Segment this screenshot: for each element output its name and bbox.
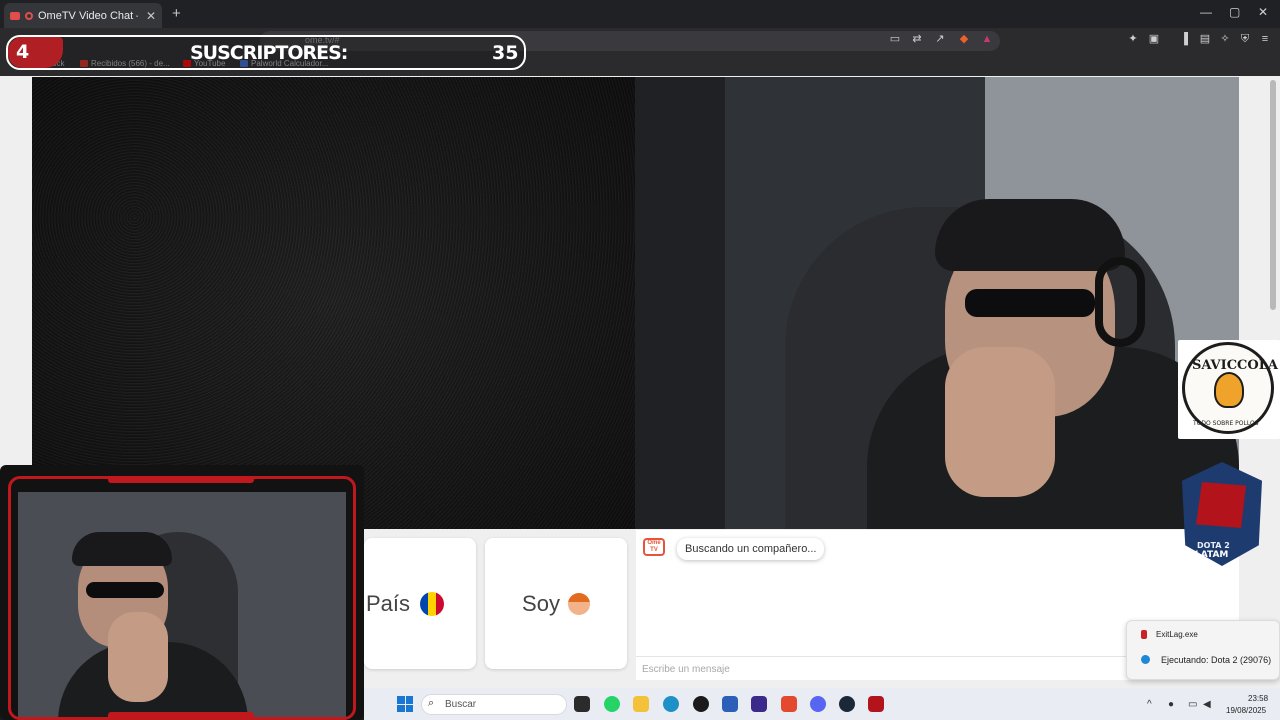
dota-label: DOTA 2 (1197, 541, 1230, 550)
notification-popup[interactable] (1126, 620, 1280, 680)
recording-icon (25, 11, 33, 20)
own-video-feed (635, 77, 1239, 529)
webcam-bottom-accent (108, 712, 254, 720)
sunglasses (965, 289, 1095, 317)
exitlag-icon (1141, 630, 1147, 639)
edge-icon[interactable] (663, 696, 679, 712)
saviccola-title: SAVICCOLA (1192, 358, 1278, 373)
search-icon: ⌕ (428, 697, 435, 709)
menu-icon[interactable]: ≡ (1259, 33, 1271, 45)
close-window-icon[interactable]: ✕ (1258, 5, 1268, 19)
extensions-icon[interactable]: ✦ (1127, 33, 1139, 45)
network-icon[interactable]: ▭ (1188, 699, 1197, 710)
saviccola-subtitle: TODO SOBRE POLLOS (1193, 420, 1259, 427)
brave-icon[interactable] (781, 696, 797, 712)
sidebar-icon[interactable]: ▐ (1178, 33, 1190, 45)
dota-region: LATAM (1195, 550, 1229, 560)
headphones (1095, 257, 1145, 347)
dota-emblem-icon (1196, 482, 1246, 528)
browser-titlebar (0, 0, 1280, 28)
webcam-top-accent (108, 476, 254, 483)
dota2-icon[interactable] (868, 696, 884, 712)
new-tab-button[interactable]: + (172, 5, 181, 22)
windows-start-icon[interactable] (397, 696, 413, 712)
share-icon[interactable]: ↗ (934, 33, 946, 45)
microphone-icon[interactable]: ● (1168, 699, 1174, 710)
translate-icon[interactable]: ⇄ (911, 33, 923, 45)
minimize-icon[interactable]: — (1200, 5, 1212, 19)
vpn-icon[interactable]: ⛨ (1239, 33, 1251, 45)
clock-time[interactable]: 23:58 (1248, 694, 1268, 703)
whatsapp-icon[interactable] (604, 696, 620, 712)
partner-video-static (32, 77, 635, 529)
task-view-icon[interactable] (574, 696, 590, 712)
person-hand (945, 347, 1055, 497)
maximize-icon[interactable]: ▢ (1229, 5, 1240, 19)
subscribers-count: 35 (492, 42, 519, 64)
shelf (635, 77, 725, 529)
browser-tab[interactable]: OmeTV Video Chat — Omeg ✕ (4, 3, 162, 28)
clock-date[interactable]: 19/08/2025 (1226, 706, 1266, 715)
tray-overflow-icon[interactable]: ^ (1147, 699, 1152, 710)
discord-icon[interactable] (810, 696, 826, 712)
brave-rewards-icon[interactable]: ▲ (981, 33, 993, 45)
notification-app-name: ExitLag.exe (1156, 630, 1198, 639)
reader-icon[interactable]: ▤ (1199, 33, 1211, 45)
subscribers-label: SUSCRIPTORES: (190, 42, 348, 64)
volume-icon[interactable]: ◀ (1203, 699, 1211, 710)
word-icon[interactable] (722, 696, 738, 712)
boy-avatar-icon (567, 592, 590, 615)
status-dot-icon (1141, 655, 1150, 664)
status-message: Buscando un compañero... (677, 538, 825, 560)
page-scrollbar[interactable] (1270, 80, 1276, 310)
chicken-icon (1214, 372, 1244, 408)
file-explorer-icon[interactable] (633, 696, 649, 712)
gender-filter-button[interactable]: Soy (485, 538, 627, 669)
message-input[interactable] (642, 661, 1112, 677)
country-label: País (366, 590, 411, 616)
github-icon[interactable] (693, 696, 709, 712)
youtube-favicon-icon (10, 11, 20, 20)
webcam-red-border (8, 476, 356, 720)
wallet-icon[interactable]: ▣ (1148, 33, 1160, 45)
badge-number: 4 (16, 41, 30, 63)
country-filter-button[interactable]: País (364, 538, 476, 669)
moldova-flag-icon (420, 591, 445, 616)
taskbar-search[interactable] (421, 694, 567, 715)
close-tab-icon[interactable]: ✕ (146, 9, 156, 23)
steam-icon[interactable] (839, 696, 855, 712)
person-hair (935, 199, 1125, 271)
leo-ai-icon[interactable]: ✧ (1219, 33, 1231, 45)
proton-vpn-icon[interactable] (751, 696, 767, 712)
notification-status: Ejecutando: Dota 2 (29076) (1161, 655, 1272, 665)
ometv-logo-icon: Ome TV (643, 538, 665, 556)
cast-icon[interactable]: ▭ (889, 33, 901, 45)
tab-title: OmeTV Video Chat — Omeg (38, 9, 138, 22)
brave-shields-icon[interactable]: ◆ (958, 33, 970, 45)
search-placeholder: Buscar (445, 699, 477, 710)
gender-label: Soy (522, 590, 560, 616)
